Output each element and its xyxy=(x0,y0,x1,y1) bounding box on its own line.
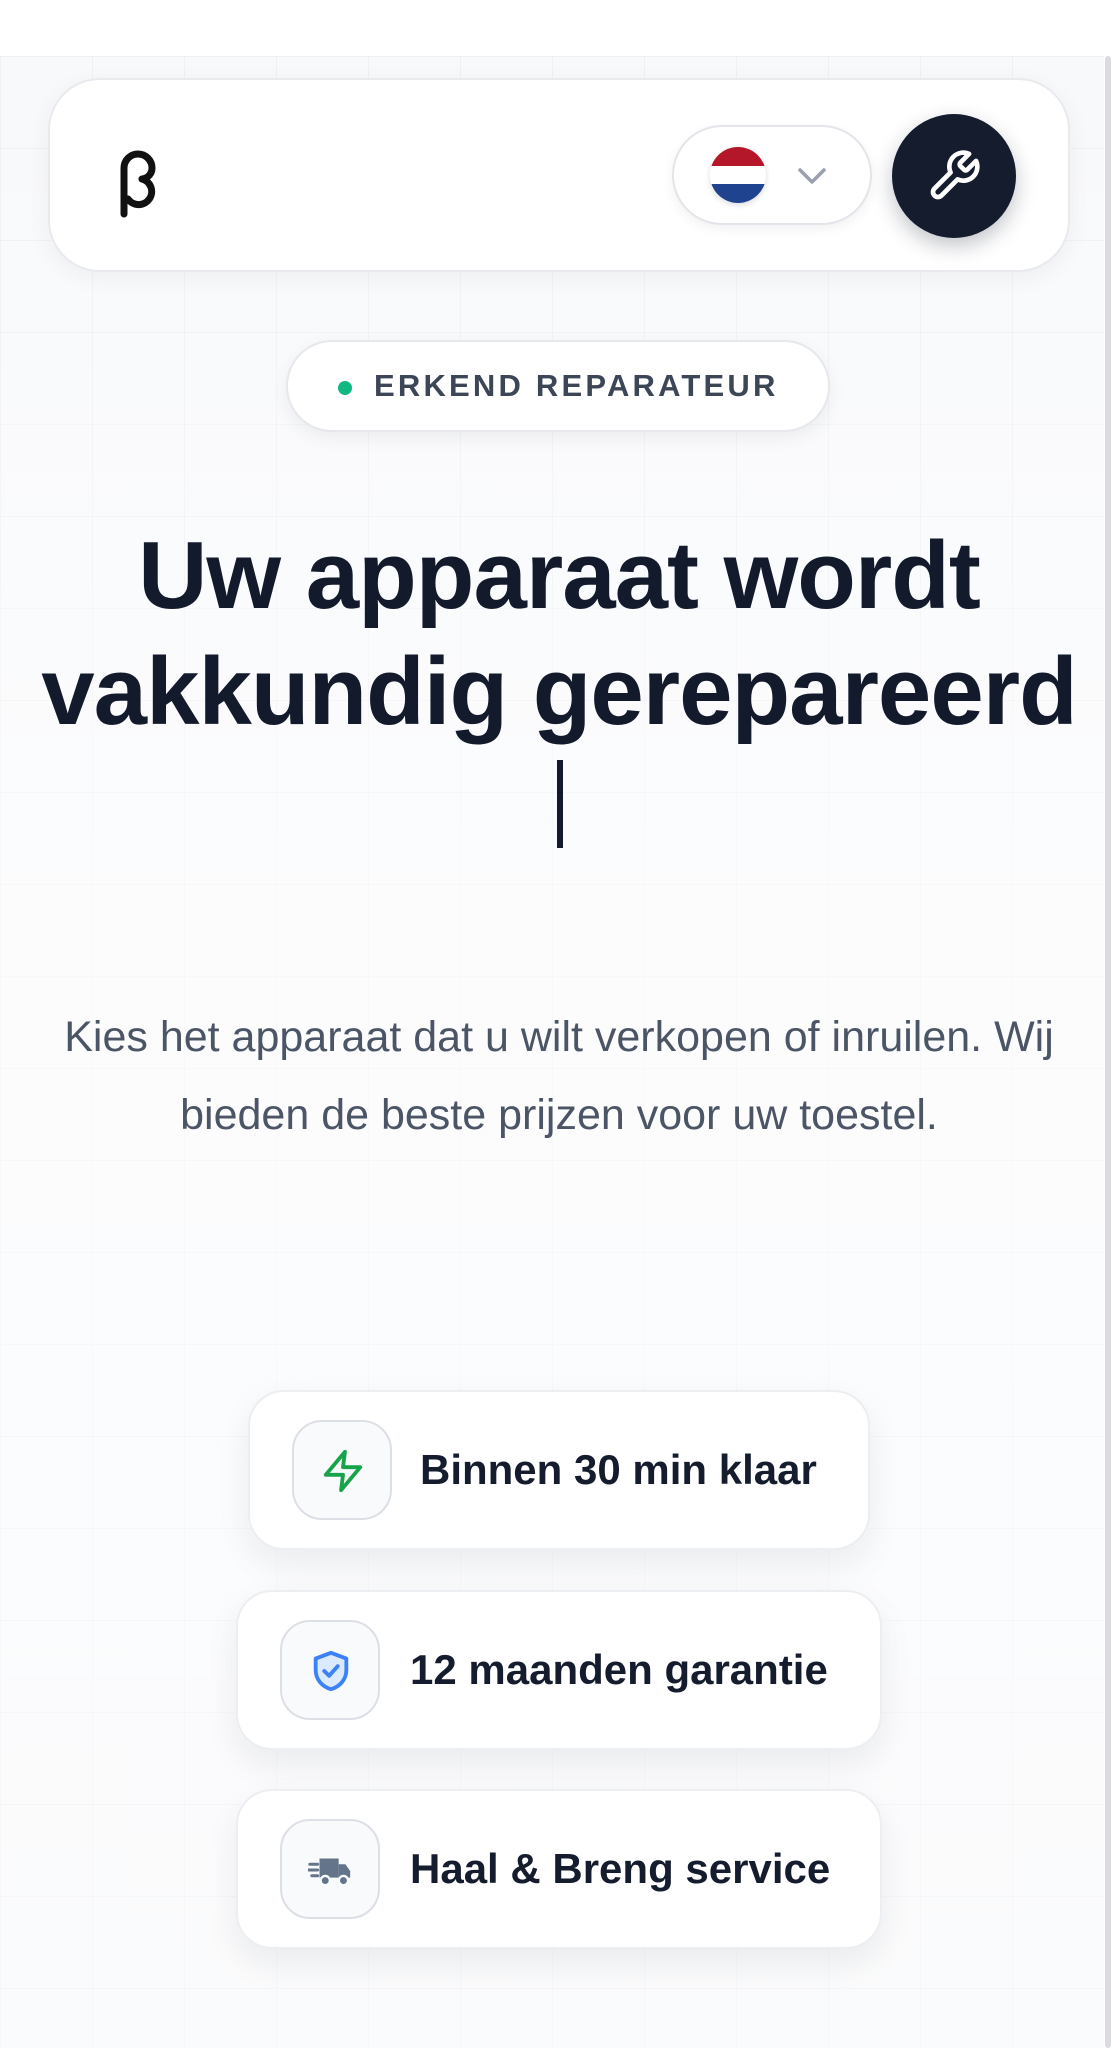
badge-label: ERKEND REPARATEUR xyxy=(374,368,779,403)
feature-card-pickup-service: Haal & Breng service xyxy=(236,1789,882,1949)
scrollbar[interactable] xyxy=(1104,56,1118,2048)
page-title-text: Uw apparaat wordt vakkundig gerepareerd xyxy=(41,522,1077,745)
brand-logo-icon xyxy=(120,150,156,218)
feature-icon-box xyxy=(292,1420,392,1520)
brand-logo[interactable] xyxy=(114,138,170,218)
feature-card-fast-repair: Binnen 30 min klaar xyxy=(248,1390,870,1550)
feature-icon-box xyxy=(280,1620,380,1720)
shield-check-icon xyxy=(313,1650,349,1692)
flag-netherlands-icon xyxy=(710,147,766,203)
typing-caret xyxy=(557,760,563,848)
language-selector[interactable] xyxy=(672,125,872,225)
chevron-down-icon xyxy=(798,168,826,184)
feature-icon-box xyxy=(280,1819,380,1919)
feature-card-warranty: 12 maanden garantie xyxy=(236,1590,882,1750)
repair-button[interactable] xyxy=(892,114,1016,238)
scrollbar-thumb[interactable] xyxy=(1105,56,1111,2048)
status-dot xyxy=(338,381,352,395)
truck-icon xyxy=(308,1858,351,1887)
wrench-icon xyxy=(930,150,980,200)
feature-label: Haal & Breng service xyxy=(410,1845,831,1892)
hero-subtitle: Kies het apparaat dat u wilt verkopen of… xyxy=(64,1013,1054,1139)
lightning-icon xyxy=(323,1449,363,1493)
feature-label: 12 maanden garantie xyxy=(410,1646,828,1693)
page-title: Uw apparaat wordt vakkundig gerepareerd xyxy=(40,518,1078,866)
site-header xyxy=(48,78,1070,272)
certified-badge: ERKEND REPARATEUR xyxy=(286,340,830,432)
feature-label: Binnen 30 min klaar xyxy=(420,1446,817,1493)
